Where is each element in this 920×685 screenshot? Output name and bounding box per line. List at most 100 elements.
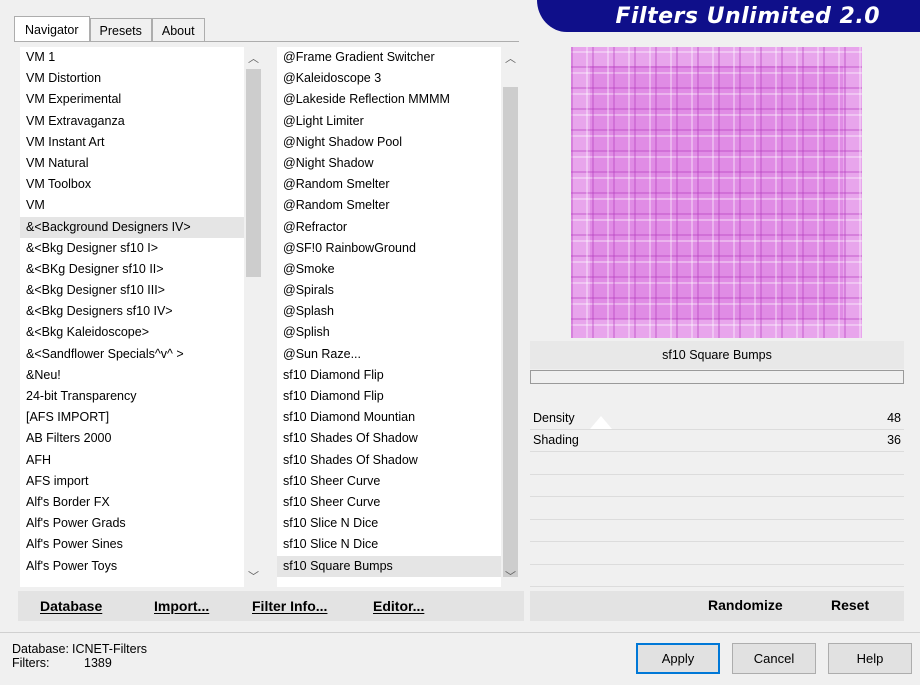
progress-bar	[530, 370, 904, 384]
preview-grid-pattern	[571, 47, 862, 338]
list-item[interactable]: &<Bkg Designer sf10 I>	[20, 238, 244, 259]
list-item[interactable]: @Kaleidoscope 3	[277, 68, 501, 89]
list-item[interactable]: @Splish	[277, 322, 501, 343]
list-item[interactable]: AFS import	[20, 471, 244, 492]
status-area: Database: ICNET-Filters Filters: 1389	[12, 642, 147, 670]
cancel-button[interactable]: Cancel	[732, 643, 816, 674]
list-item[interactable]: [AFS IMPORT]	[20, 407, 244, 428]
tab-divider	[14, 41, 519, 42]
param-row-shading[interactable]: Shading 36	[530, 430, 904, 452]
import-button[interactable]: Import...	[154, 598, 209, 614]
list-item[interactable]: VM Distortion	[20, 68, 244, 89]
category-scrollbar[interactable]: ︿ ﹀	[245, 47, 262, 587]
list-item[interactable]: Alf's Border FX	[20, 492, 244, 513]
list-item[interactable]: &<Background Designers IV>	[20, 216, 244, 238]
list-item[interactable]: &<BKg Designer sf10 II>	[20, 259, 244, 280]
param-row-empty	[530, 542, 904, 565]
database-label: Database:	[12, 642, 69, 656]
scroll-thumb[interactable]	[246, 69, 261, 277]
list-item[interactable]: VM 1	[20, 47, 244, 68]
param-label: Density	[533, 410, 575, 425]
list-item[interactable]: @Smoke	[277, 259, 501, 280]
list-item[interactable]: Alf's Power Sines	[20, 534, 244, 555]
list-item[interactable]: &Neu!	[20, 365, 244, 386]
list-item[interactable]: VM Natural	[20, 153, 244, 174]
param-row-empty	[530, 475, 904, 497]
list-item[interactable]: @SF!0 RainbowGround	[277, 238, 501, 259]
list-item[interactable]: @Random Smelter	[277, 195, 501, 216]
param-row-empty	[530, 452, 904, 475]
param-label: Shading	[533, 433, 579, 448]
editor-button[interactable]: Editor...	[373, 598, 424, 614]
list-item[interactable]: sf10 Shades Of Shadow	[277, 450, 501, 471]
list-item[interactable]: @Lakeside Reflection MMMM	[277, 89, 501, 110]
list-item[interactable]: sf10 Shades Of Shadow	[277, 428, 501, 449]
list-item[interactable]: sf10 Diamond Flip	[277, 386, 501, 407]
tab-navigator[interactable]: Navigator	[14, 16, 90, 42]
list-item[interactable]: @Night Shadow	[277, 153, 501, 174]
scroll-up-icon[interactable]: ︿	[502, 49, 519, 66]
right-button-bar: Randomize Reset	[530, 591, 904, 621]
list-item[interactable]: VM Toolbox	[20, 174, 244, 195]
list-item[interactable]: sf10 Sheer Curve	[277, 471, 501, 492]
list-item[interactable]: @Light Limiter	[277, 111, 501, 132]
list-item-partial[interactable]	[277, 577, 501, 587]
param-row-density[interactable]: Density 48	[530, 407, 904, 430]
list-item[interactable]: sf10 Slice N Dice	[277, 513, 501, 534]
list-item[interactable]: @Refractor	[277, 217, 501, 238]
filter-list[interactable]: @Frame Gradient Switcher @Kaleidoscope 3 @…	[277, 47, 501, 587]
list-item[interactable]: &<Sandflower Specials^v^ >	[20, 344, 244, 365]
tab-about[interactable]: About	[151, 18, 205, 42]
list-item[interactable]: @Spirals	[277, 280, 501, 301]
list-item[interactable]: VM Instant Art	[20, 132, 244, 153]
list-item[interactable]: Alf's Power Grads	[20, 513, 244, 534]
slider-marker-icon[interactable]	[590, 416, 612, 429]
list-item[interactable]: @Random Smelter	[277, 174, 501, 195]
list-item[interactable]: sf10 Diamond Flip	[277, 365, 501, 386]
scroll-down-icon[interactable]: ﹀	[502, 567, 519, 584]
list-item[interactable]: sf10 Square Bumps	[277, 555, 501, 577]
param-value: 48	[887, 410, 901, 425]
filter-info-button[interactable]: Filter Info...	[252, 598, 327, 614]
param-row-empty	[530, 565, 904, 587]
list-item[interactable]: &<Bkg Designer sf10 III>	[20, 280, 244, 301]
apply-button[interactable]: Apply	[636, 643, 720, 674]
selected-filter-name: sf10 Square Bumps	[530, 341, 904, 369]
list-item[interactable]: @Splash	[277, 301, 501, 322]
left-button-bar: Database Import... Filter Info... Editor…	[18, 591, 524, 621]
randomize-button[interactable]: Randomize	[708, 597, 783, 613]
help-button[interactable]: Help	[828, 643, 912, 674]
list-item[interactable]: sf10 Slice N Dice	[277, 534, 501, 555]
param-value: 36	[887, 433, 901, 448]
list-item[interactable]: 24-bit Transparency	[20, 386, 244, 407]
list-item[interactable]: sf10 Sheer Curve	[277, 492, 501, 513]
filter-scrollbar[interactable]: ︿ ﹀	[502, 47, 519, 587]
list-item-partial[interactable]	[20, 577, 244, 587]
list-item[interactable]: &<Bkg Kaleidoscope>	[20, 322, 244, 343]
param-row-empty	[530, 520, 904, 542]
database-value: ICNET-Filters	[72, 642, 147, 656]
list-item[interactable]: VM	[20, 195, 244, 216]
filter-preview	[571, 47, 862, 338]
scroll-down-icon[interactable]: ﹀	[245, 567, 262, 584]
filters-count: 1389	[84, 656, 112, 670]
tab-presets[interactable]: Presets	[89, 18, 152, 42]
scroll-thumb[interactable]	[503, 87, 518, 577]
list-item[interactable]: VM Experimental	[20, 89, 244, 110]
list-item[interactable]: Alf's Power Toys	[20, 556, 244, 577]
list-item[interactable]: AB Filters 2000	[20, 428, 244, 449]
list-item[interactable]: VM Extravaganza	[20, 111, 244, 132]
database-button[interactable]: Database	[40, 598, 102, 614]
list-item[interactable]: AFH	[20, 450, 244, 471]
scroll-up-icon[interactable]: ︿	[245, 49, 262, 66]
list-item[interactable]: &<Bkg Designers sf10 IV>	[20, 301, 244, 322]
reset-button[interactable]: Reset	[831, 597, 869, 613]
list-item[interactable]: @Sun Raze...	[277, 344, 501, 365]
app-banner: Filters Unlimited 2.0	[537, 0, 920, 32]
parameter-list: Density 48 Shading 36	[530, 407, 904, 587]
list-item[interactable]: @Frame Gradient Switcher	[277, 47, 501, 68]
filters-label: Filters:	[12, 656, 50, 670]
list-item[interactable]: @Night Shadow Pool	[277, 132, 501, 153]
category-list[interactable]: VM 1 VM Distortion VM Experimental VM Extra…	[20, 47, 244, 587]
list-item[interactable]: sf10 Diamond Mountian	[277, 407, 501, 428]
